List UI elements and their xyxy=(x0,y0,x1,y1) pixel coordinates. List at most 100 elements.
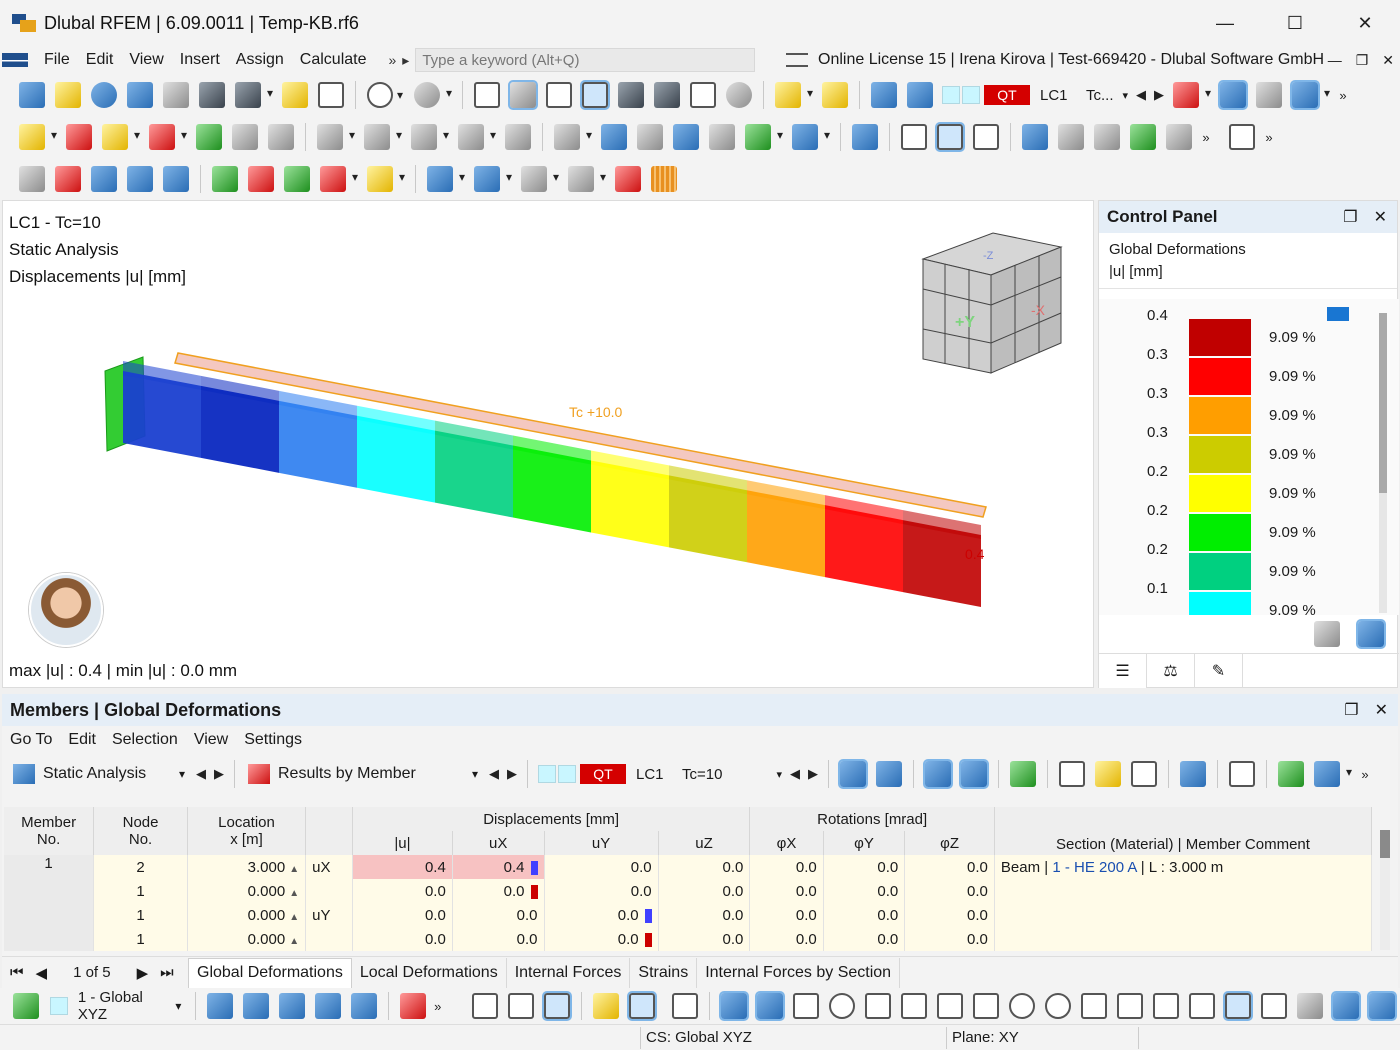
opening-icon[interactable] xyxy=(411,124,449,150)
line-load-icon[interactable] xyxy=(637,124,663,150)
working-plane-toggle-icon[interactable] xyxy=(1331,991,1361,1021)
cell-u[interactable]: 0.4 xyxy=(352,855,453,879)
menu-calculate[interactable]: Calculate xyxy=(292,51,375,69)
results-menu-selection[interactable]: Selection xyxy=(104,731,186,749)
cell-location[interactable]: 3.000 ▲ xyxy=(187,855,307,879)
console-icon[interactable] xyxy=(618,82,644,108)
cell-component[interactable] xyxy=(305,927,353,951)
menu-assign[interactable]: Assign xyxy=(228,51,292,69)
reactions-icon[interactable] xyxy=(1130,124,1156,150)
load-wizard-icon[interactable] xyxy=(775,82,813,108)
cell-uy[interactable]: 0.0 xyxy=(544,927,659,951)
cell-phiz[interactable]: 0.0 xyxy=(904,927,995,951)
results-close-icon[interactable]: ✕ xyxy=(1375,700,1388,720)
cell-phix[interactable]: 0.0 xyxy=(749,903,824,927)
table-columns-icon[interactable] xyxy=(1059,761,1085,787)
cell-ux[interactable]: 0.0 xyxy=(452,927,545,951)
legend-color-swatch[interactable] xyxy=(1189,553,1251,590)
table-grid-icon[interactable] xyxy=(1229,761,1255,787)
user-avatar[interactable] xyxy=(29,573,103,647)
col-location[interactable]: Location x [m] xyxy=(187,807,307,855)
col-uy[interactable]: uY xyxy=(544,831,659,855)
results-by-next-icon[interactable]: ▶ xyxy=(503,766,521,782)
line-icon[interactable] xyxy=(66,124,92,150)
animation-icon[interactable] xyxy=(973,124,999,150)
cell-node[interactable]: 1 xyxy=(93,903,188,927)
wireframe-icon[interactable] xyxy=(91,166,117,192)
results-tree-icon[interactable] xyxy=(1010,761,1036,787)
menu-edit[interactable]: Edit xyxy=(78,51,122,69)
menu-view[interactable]: View xyxy=(121,51,171,69)
solid-render-icon[interactable] xyxy=(127,166,153,192)
display-filter-icon[interactable] xyxy=(852,124,878,150)
results-menu-edit[interactable]: Edit xyxy=(60,731,104,749)
snap-grid-points-icon[interactable] xyxy=(719,991,749,1021)
member-results-icon[interactable] xyxy=(935,122,965,152)
surface-icon[interactable] xyxy=(317,124,355,150)
script-icon[interactable] xyxy=(654,82,680,108)
results-undock-icon[interactable]: ❐ xyxy=(1344,700,1358,720)
dimension-tool-icon[interactable] xyxy=(521,166,559,192)
cell-ux[interactable]: 0.4 xyxy=(452,855,545,879)
keyword-search-input[interactable]: Type a keyword (Alt+Q) xyxy=(415,48,756,72)
results-table[interactable]: Member No. Node No. Location x [m] Displace… xyxy=(4,807,1373,951)
cell-ux[interactable]: 0.0 xyxy=(452,903,545,927)
results-visibility-toggle-icon[interactable] xyxy=(923,759,953,789)
cell-phiy[interactable]: 0.0 xyxy=(823,855,906,879)
legend-color-swatch[interactable] xyxy=(1189,514,1251,551)
cell-section[interactable] xyxy=(994,927,1373,951)
table-row[interactable]: 1 0.000 ▲ 0.0 0.0 0.0 0.0 0.0 0.0 0.0 xyxy=(4,927,1373,951)
results-lc-prev-icon[interactable]: ◀ xyxy=(786,766,804,782)
hinge-icon[interactable] xyxy=(232,124,258,150)
results-lc-next-icon[interactable]: ▶ xyxy=(804,766,822,782)
cell-uz[interactable]: 0.0 xyxy=(658,903,751,927)
cell-u[interactable]: 0.0 xyxy=(352,927,453,951)
lc-combo[interactable]: Tc... ▾ xyxy=(1086,87,1132,104)
menu-expand-arrow-icon[interactable]: ▸ xyxy=(402,52,409,69)
save-icon[interactable] xyxy=(199,82,225,108)
table-view-icon[interactable] xyxy=(508,80,538,110)
results-visibility-icon[interactable] xyxy=(1218,80,1248,110)
toolbar-more-icon[interactable]: » xyxy=(1334,88,1352,103)
results-refresh-icon[interactable] xyxy=(876,761,902,787)
values-icon[interactable] xyxy=(1256,82,1282,108)
next-lc-icon[interactable]: ▶ xyxy=(1150,87,1168,103)
cell-phiy[interactable]: 0.0 xyxy=(823,879,906,903)
legend-color-swatch[interactable] xyxy=(1189,319,1251,356)
table-filter-icon[interactable] xyxy=(1314,761,1352,787)
cell-phiz[interactable]: 0.0 xyxy=(904,855,995,879)
analysis-next-icon[interactable]: ▶ xyxy=(210,766,228,782)
stripes-icon[interactable] xyxy=(651,166,677,192)
cell-uz[interactable]: 0.0 xyxy=(658,927,751,951)
view-control-icon[interactable] xyxy=(472,993,498,1019)
view-minus-x-icon[interactable] xyxy=(320,166,358,192)
first-page-icon[interactable]: ⏮ xyxy=(10,964,24,981)
navigation-cube[interactable]: +Y -X -Z xyxy=(921,232,1063,374)
snap-parallel-icon[interactable] xyxy=(973,993,999,1019)
dimension-icon[interactable] xyxy=(546,82,572,108)
cell-uz[interactable]: 0.0 xyxy=(658,879,751,903)
cell-section[interactable] xyxy=(994,903,1373,927)
grid-icon[interactable] xyxy=(1229,124,1255,150)
member-icon[interactable] xyxy=(102,124,140,150)
cell-location[interactable]: 0.000 ▲ xyxy=(187,927,307,951)
results-values-icon[interactable] xyxy=(959,759,989,789)
cell-phix[interactable]: 0.0 xyxy=(749,927,824,951)
menu-insert[interactable]: Insert xyxy=(172,51,228,69)
snap-magnet-icon[interactable] xyxy=(755,991,785,1021)
beam-model[interactable]: Tc +10.0 0.4 +Y -X -Z xyxy=(3,201,1094,688)
col-uz[interactable]: uZ xyxy=(658,831,751,855)
prev-page-icon[interactable]: ◀ xyxy=(36,964,48,982)
support-icon[interactable] xyxy=(726,82,752,108)
show-loads-icon[interactable] xyxy=(871,82,897,108)
tab-global-deformations[interactable]: Global Deformations xyxy=(188,957,352,988)
solid-set-icon[interactable] xyxy=(505,124,531,150)
load-value-icon[interactable] xyxy=(822,82,848,108)
snap-x-icon[interactable] xyxy=(865,993,891,1019)
cell-location[interactable]: 0.000 ▲ xyxy=(187,879,307,903)
cell-node[interactable]: 1 xyxy=(93,879,188,903)
close-button[interactable]: ✕ xyxy=(1330,0,1400,46)
select-tool-icon[interactable] xyxy=(19,166,45,192)
coordinate-system-combo[interactable]: 1 - Global XYZ ▾ xyxy=(50,989,189,1023)
table-chart-icon[interactable] xyxy=(1180,761,1206,787)
